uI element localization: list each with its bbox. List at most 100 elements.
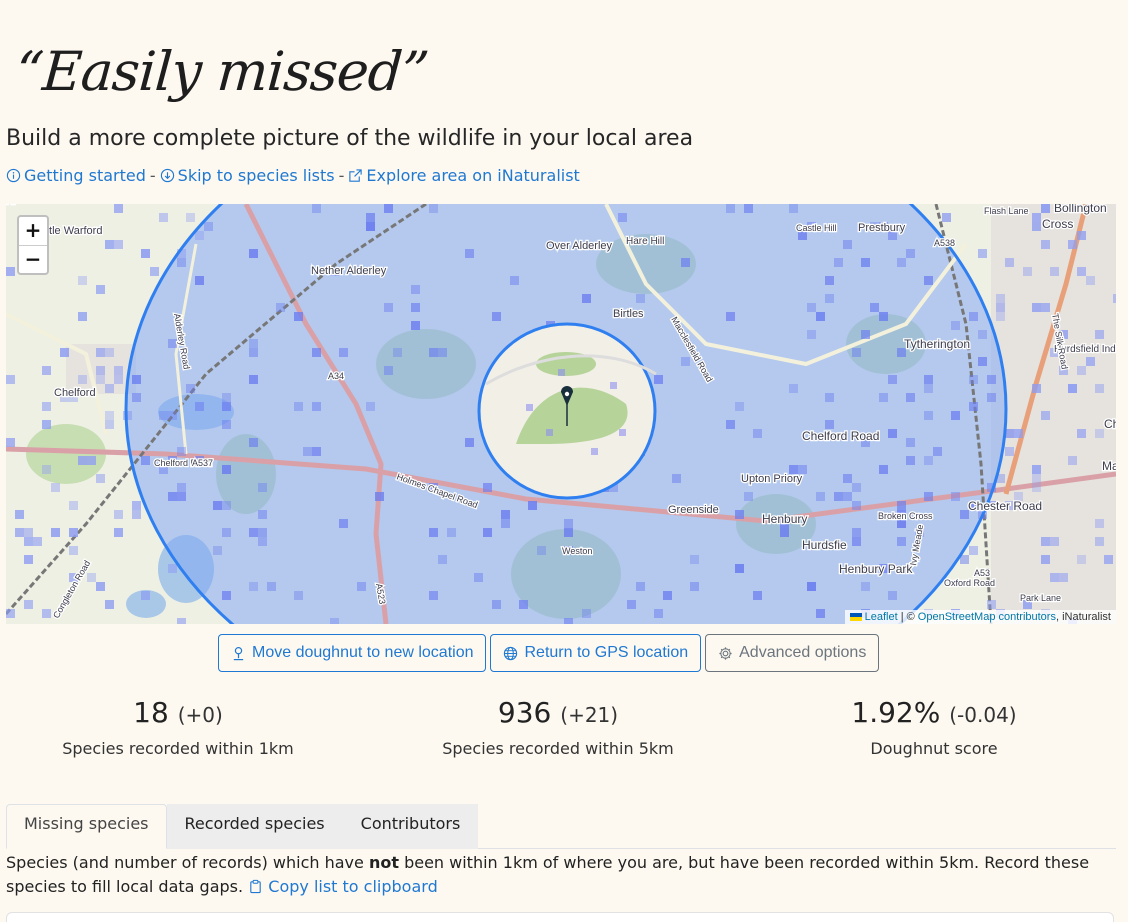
record-cell — [1095, 519, 1104, 528]
record-cell — [24, 555, 33, 564]
record-cell — [654, 375, 663, 384]
record-cell — [564, 618, 573, 624]
zoom-in-button[interactable]: + — [19, 217, 47, 245]
tab-description: Species (and number of records) which ha… — [6, 851, 1116, 899]
record-cell — [879, 393, 888, 402]
record-cell — [186, 384, 195, 393]
explore-inaturalist-link[interactable]: Explore area on iNaturalist — [348, 166, 580, 185]
record-cell — [924, 411, 933, 420]
record-cell — [222, 402, 231, 411]
osm-link[interactable]: OpenStreetMap contributors — [918, 611, 1056, 623]
record-cell — [438, 348, 447, 357]
record-cell — [987, 600, 996, 609]
record-cell — [258, 510, 267, 519]
record-cell — [591, 448, 598, 455]
record-cell — [105, 411, 114, 420]
place-label: Cross — [1042, 217, 1073, 231]
record-cell — [312, 402, 321, 411]
record-cell — [483, 528, 492, 537]
record-cell — [24, 600, 33, 609]
record-cell — [96, 366, 105, 375]
record-cell — [897, 537, 906, 546]
record-cell — [366, 402, 375, 411]
record-cell — [411, 285, 420, 294]
record-cell — [870, 303, 879, 312]
skip-to-species-link[interactable]: Skip to species lists — [160, 166, 335, 185]
leaflet-link[interactable]: Leaflet — [865, 611, 898, 623]
record-cell — [249, 582, 258, 591]
record-cell — [447, 528, 456, 537]
record-cell — [996, 303, 1005, 312]
record-cell — [1041, 303, 1050, 312]
record-cell — [816, 609, 825, 618]
advanced-options-label: Advanced options — [739, 644, 867, 661]
record-cell — [726, 312, 735, 321]
getting-started-label: Getting started — [24, 166, 146, 185]
record-cell — [924, 492, 933, 501]
skip-label: Skip to species lists — [177, 166, 335, 185]
record-cell — [789, 204, 798, 213]
record-cell — [888, 375, 897, 384]
record-cell — [969, 375, 978, 384]
record-cell — [132, 501, 141, 510]
record-cell — [888, 429, 897, 438]
record-cell — [195, 402, 204, 411]
record-cell — [132, 510, 141, 519]
stat-value: 936 — [497, 696, 552, 729]
record-cell — [249, 375, 258, 384]
record-cell — [177, 618, 186, 624]
tab-contributors[interactable]: Contributors — [342, 804, 479, 849]
place-label: Prestbury — [858, 222, 906, 234]
record-cell — [681, 357, 690, 366]
copy-list-link[interactable]: Copy list to clipboard — [248, 877, 438, 896]
zoom-out-button[interactable]: − — [19, 245, 47, 273]
record-cell — [159, 213, 168, 222]
record-cell — [861, 330, 870, 339]
record-cell — [834, 258, 843, 267]
record-cell — [294, 591, 303, 600]
return-gps-button[interactable]: Return to GPS location — [490, 634, 702, 672]
tab-missing-species[interactable]: Missing species — [6, 804, 167, 849]
map-view[interactable]: ttle Warford Nether Alderley Over Alderley… — [6, 204, 1116, 624]
record-cell — [222, 465, 231, 474]
record-cell — [141, 456, 150, 465]
record-cell — [51, 483, 60, 492]
record-cell — [24, 528, 33, 537]
record-cell — [1095, 384, 1104, 393]
record-cell — [627, 600, 636, 609]
record-cell — [6, 438, 15, 447]
record-cell — [114, 366, 123, 375]
map-canvas[interactable]: ttle Warford Nether Alderley Over Alderley… — [6, 204, 1116, 624]
record-cell — [222, 528, 231, 537]
record-cell — [78, 312, 87, 321]
record-cell — [294, 312, 303, 321]
tab-recorded-species[interactable]: Recorded species — [166, 804, 343, 849]
record-cell — [6, 375, 15, 384]
place-label: Over Alderley — [546, 240, 613, 252]
link-separator: - — [338, 166, 345, 185]
record-cell — [177, 492, 186, 501]
record-cell — [222, 591, 231, 600]
place-label: Macclesfield — [1102, 459, 1116, 473]
record-cell — [339, 348, 348, 357]
record-cell — [852, 483, 861, 492]
advanced-options-button[interactable]: Advanced options — [705, 634, 880, 672]
record-cell — [42, 402, 51, 411]
record-cell — [96, 285, 105, 294]
record-cell — [951, 492, 960, 501]
record-cell — [6, 267, 15, 276]
record-cell — [924, 384, 933, 393]
getting-started-link[interactable]: Getting started — [6, 166, 146, 185]
record-cell — [465, 249, 474, 258]
move-doughnut-button[interactable]: Move doughnut to new location — [218, 634, 487, 672]
record-cell — [132, 375, 141, 384]
record-cell — [924, 276, 933, 285]
record-cell — [987, 393, 996, 402]
record-cell — [411, 321, 420, 330]
record-cell — [177, 258, 186, 267]
record-cell — [42, 366, 51, 375]
record-cell — [69, 501, 78, 510]
record-cell — [177, 447, 186, 456]
stat-delta: (+0) — [177, 703, 223, 727]
record-cell — [744, 492, 753, 501]
